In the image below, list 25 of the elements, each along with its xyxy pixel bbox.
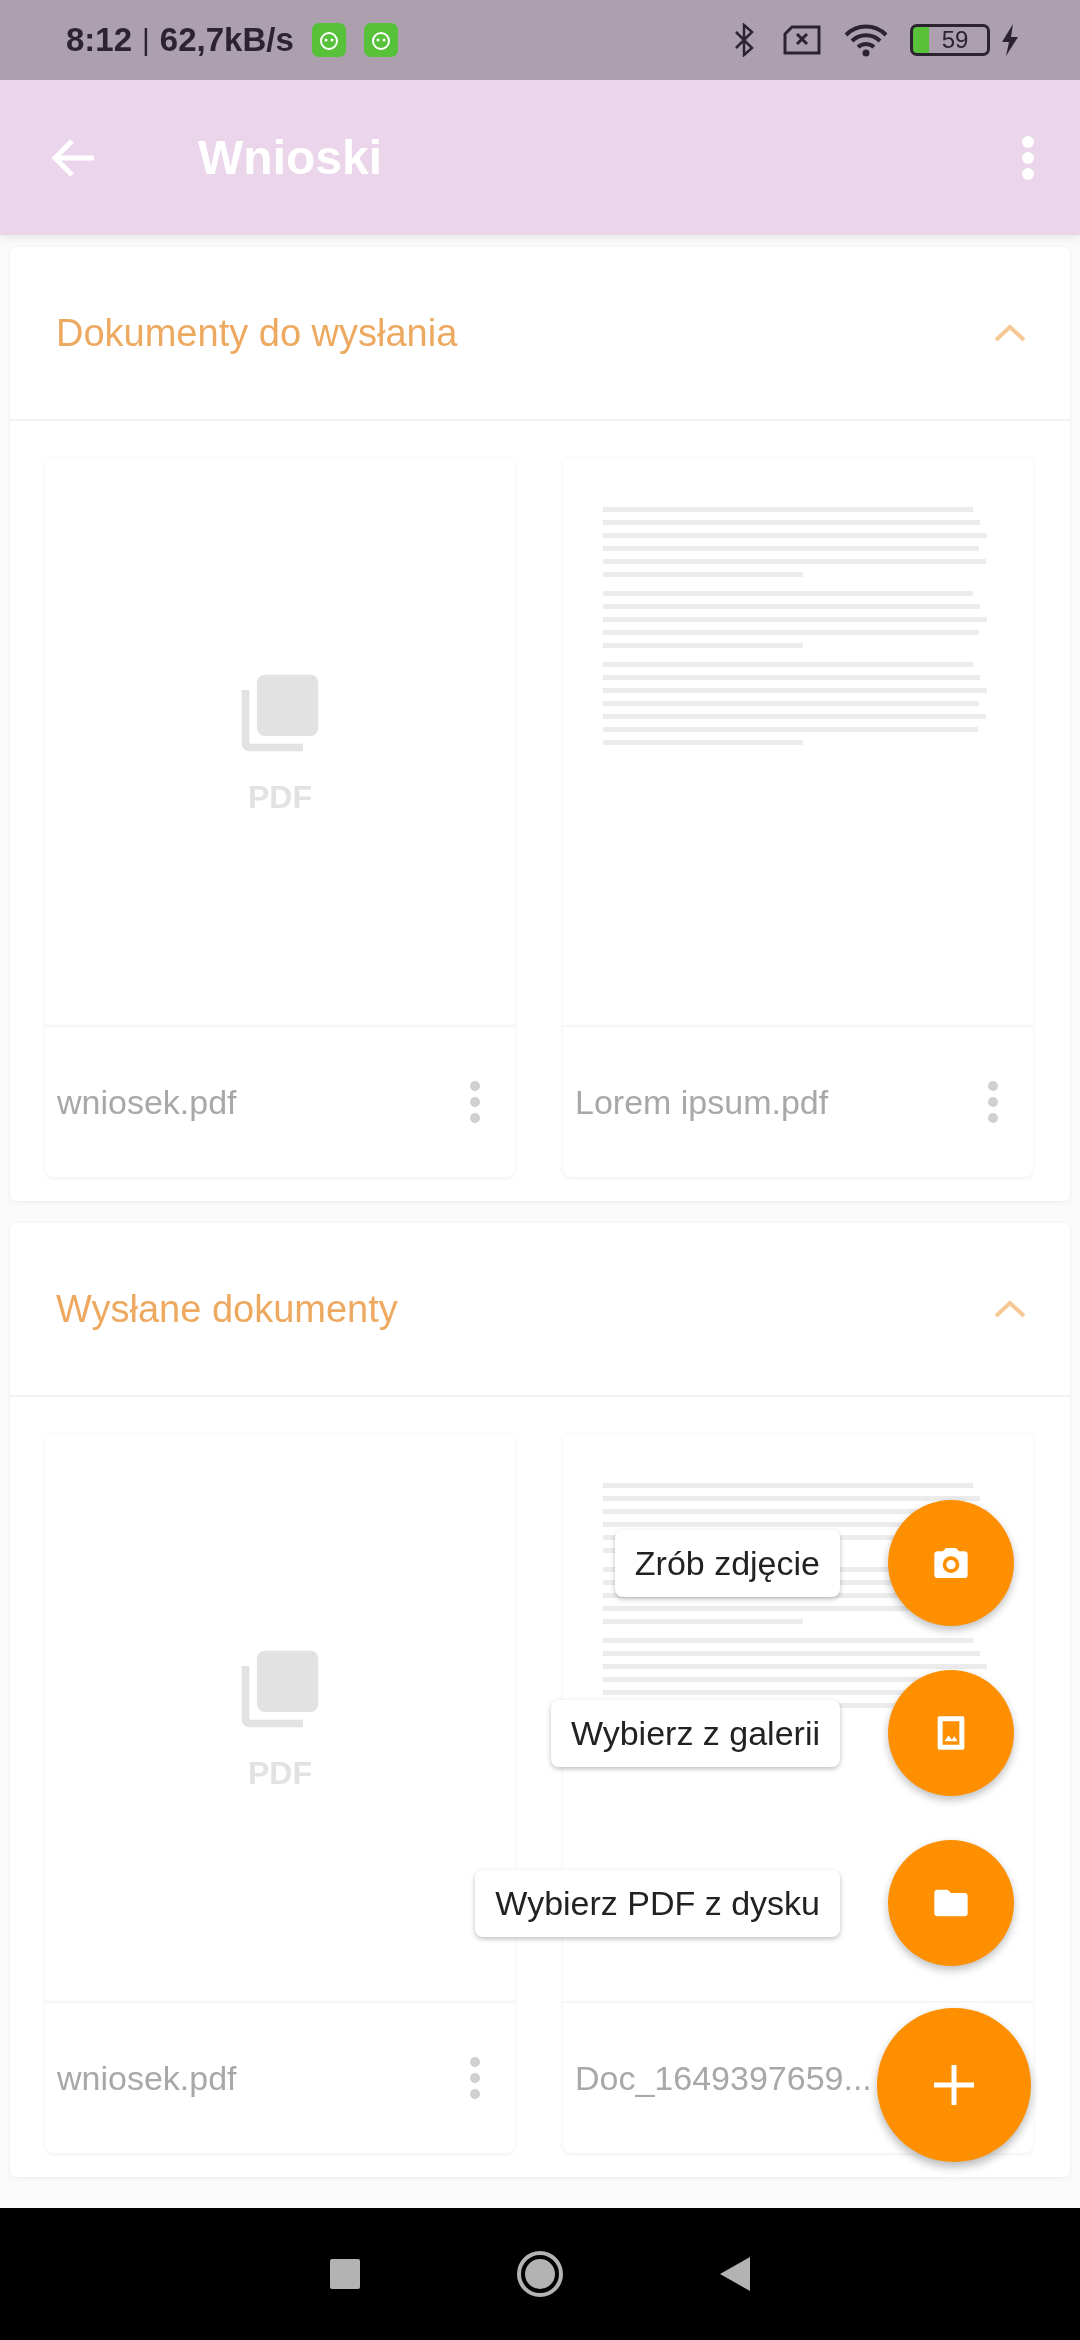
network-speed: 62,7kB/s bbox=[159, 21, 294, 59]
chevron-icon bbox=[993, 323, 1027, 343]
plus-icon bbox=[932, 2063, 976, 2107]
bluetooth-icon bbox=[732, 23, 756, 57]
no-sim-icon bbox=[782, 25, 822, 55]
wifi-icon bbox=[844, 23, 888, 57]
notification-icon bbox=[311, 23, 346, 57]
section-title: Wysłane dokumenty bbox=[56, 1287, 399, 1331]
document-name: wniosek.pdf bbox=[57, 2058, 237, 2098]
back-nav-button[interactable] bbox=[719, 2256, 751, 2292]
chevron-icon bbox=[993, 1299, 1027, 1319]
document-card[interactable]: Lorem ipsum.pdf bbox=[563, 457, 1033, 1177]
home-button[interactable] bbox=[516, 2250, 564, 2298]
recents-button[interactable] bbox=[329, 2258, 361, 2290]
section-title: Dokumenty do wysłania bbox=[56, 311, 459, 355]
action-label[interactable]: Wybierz z galerii bbox=[550, 1699, 840, 1767]
document-name: Doc_1649397659... bbox=[575, 2058, 872, 2098]
action-label[interactable]: Wybierz PDF z dysku bbox=[475, 1869, 840, 1937]
status-separator: | bbox=[142, 23, 150, 57]
clock-time: 8:12 bbox=[66, 21, 133, 59]
document-name: wniosek.pdf bbox=[57, 1082, 237, 1122]
action-label[interactable]: Zrób zdjęcie bbox=[614, 1529, 840, 1597]
battery-icon: 59 bbox=[910, 24, 990, 56]
document-name: Lorem ipsum.pdf bbox=[575, 1082, 829, 1122]
notification-icon bbox=[363, 23, 398, 57]
